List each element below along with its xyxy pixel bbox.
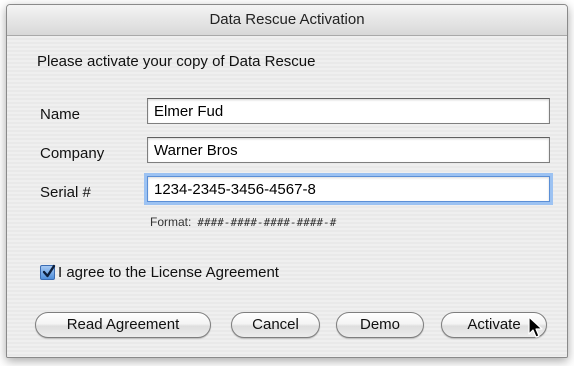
serial-label: Serial #: [40, 184, 91, 201]
checkmark-icon: [42, 264, 56, 278]
activation-dialog: Data Rescue Activation Please activate y…: [6, 4, 568, 358]
dialog-body: Please activate your copy of Data Rescue…: [7, 36, 567, 357]
cancel-button[interactable]: Cancel: [231, 312, 320, 338]
activation-prompt: Please activate your copy of Data Rescue: [37, 53, 316, 70]
mouse-pointer-icon: [528, 316, 543, 338]
title-bar[interactable]: Data Rescue Activation: [7, 5, 567, 36]
format-label: Format:: [150, 215, 192, 229]
company-label: Company: [40, 145, 105, 162]
demo-button[interactable]: Demo: [336, 312, 424, 338]
window-title: Data Rescue Activation: [209, 11, 365, 28]
company-field[interactable]: [147, 137, 550, 163]
agree-checkbox[interactable]: [40, 264, 56, 280]
serial-field[interactable]: [147, 176, 550, 202]
read-agreement-button[interactable]: Read Agreement: [35, 312, 211, 338]
agree-label[interactable]: I agree to the License Agreement: [58, 264, 279, 281]
name-label: Name: [40, 106, 81, 123]
format-pattern: ####-####-####-####-#: [197, 216, 337, 229]
name-field[interactable]: [147, 98, 550, 124]
serial-format-hint: Format: ####-####-####-####-#: [150, 215, 336, 229]
